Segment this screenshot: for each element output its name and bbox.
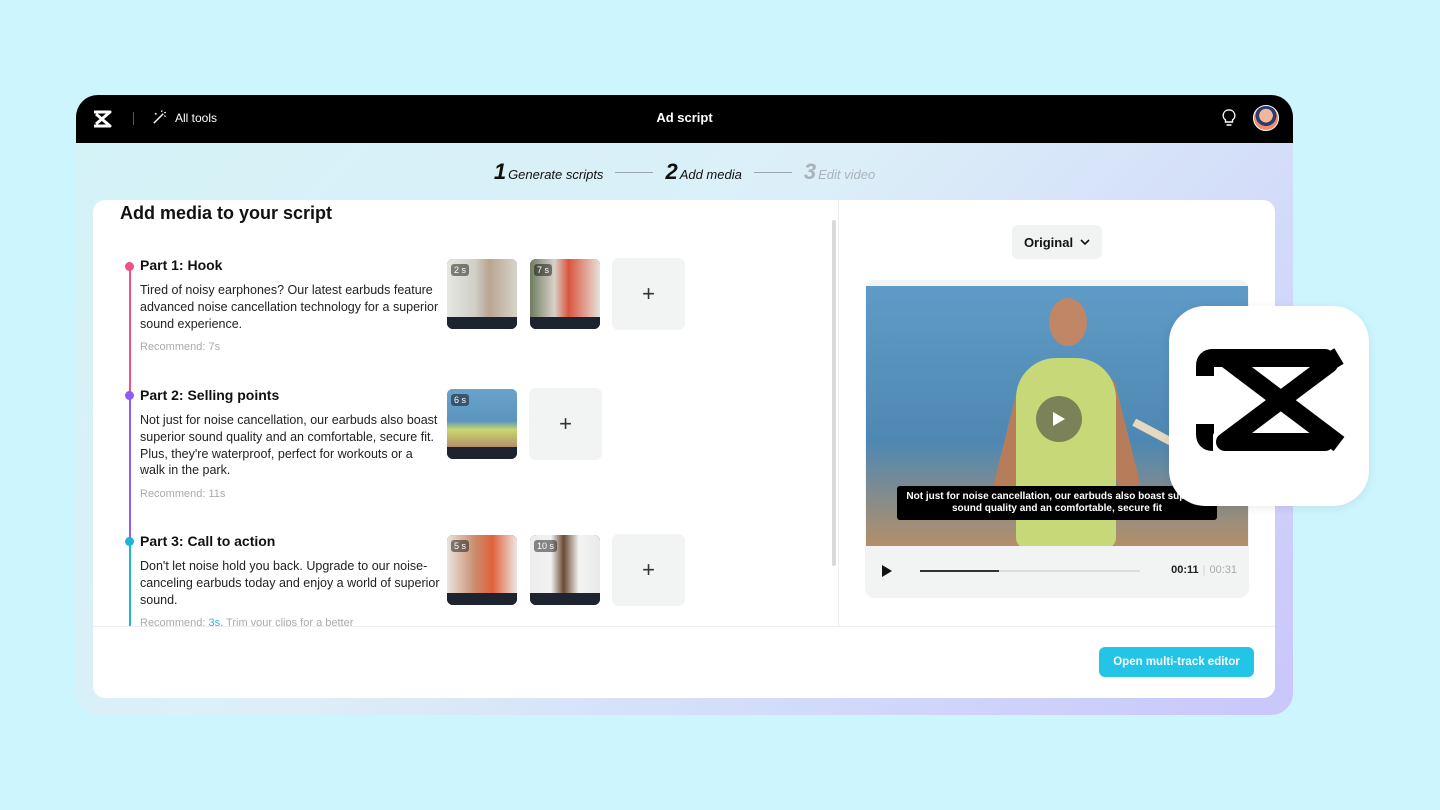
clip-bar — [530, 317, 600, 329]
time-display: 00:11 | 00:31 — [1171, 564, 1237, 576]
clip-bar — [447, 593, 517, 605]
part-title: Part 3: Call to action — [140, 533, 276, 549]
part-recommend: Recommend: 7s — [140, 341, 221, 354]
media-clip[interactable]: 5 s — [447, 535, 517, 605]
media-clip[interactable]: 10 s — [530, 535, 600, 605]
step-indicator: 1 Generate scripts 2 Add media 3 Edit vi… — [76, 159, 1293, 185]
play-icon — [1053, 412, 1065, 426]
capcut-logo-badge — [1169, 306, 1369, 506]
chevron-down-icon — [1080, 239, 1090, 245]
part-title: Part 2: Selling points — [140, 387, 280, 403]
section-heading: Add media to your script — [120, 203, 333, 223]
scrollbar[interactable] — [832, 220, 836, 566]
timeline-dot — [125, 537, 134, 546]
timeline-segment — [129, 542, 131, 626]
clip-duration: 6 s — [451, 394, 470, 406]
play-overlay-button[interactable] — [1036, 396, 1082, 442]
recommend-highlight: 3s — [208, 617, 221, 626]
clip-bar — [447, 317, 517, 329]
part-recommend: Recommend: 3s. Trim your clips for a bet… — [140, 617, 440, 626]
step-number: 2 — [665, 159, 678, 184]
recommend-suffix: . Trim your clips for a better — [220, 617, 354, 626]
divider — [93, 626, 1275, 627]
divider — [838, 200, 839, 626]
part-title: Part 1: Hook — [140, 257, 223, 273]
add-media-button[interactable]: + — [529, 388, 602, 460]
clip-duration: 5 s — [451, 540, 470, 552]
part-text[interactable]: Not just for noise cancellation, our ear… — [140, 412, 440, 479]
play-icon[interactable] — [881, 564, 893, 578]
current-time: 00:11 — [1171, 564, 1199, 576]
clip-duration: 10 s — [534, 540, 558, 552]
timeline-dot — [125, 391, 134, 400]
step-label: Edit video — [818, 167, 876, 182]
step-number: 3 — [803, 159, 817, 184]
script-part-hook: Part 1: Hook Tired of noisy earphones? O… — [140, 257, 440, 353]
step-edit-video: 3 Edit video — [804, 159, 875, 185]
total-time: 00:31 — [1209, 564, 1237, 576]
script-part-selling-points: Part 2: Selling points Not just for nois… — [140, 387, 440, 500]
app-window: All tools Ad script 1 Generate scripts 2… — [76, 95, 1293, 715]
add-media-button[interactable]: + — [612, 258, 685, 330]
script-part-call-to-action: Part 3: Call to action Don't let noise h… — [140, 533, 440, 626]
step-generate-scripts[interactable]: 1 Generate scripts — [494, 159, 604, 185]
capcut-logo-icon — [1196, 348, 1345, 452]
part-text[interactable]: Don't let noise hold you back. Upgrade t… — [140, 558, 440, 608]
top-bar: All tools Ad script — [76, 95, 1293, 143]
media-clip[interactable]: 2 s — [447, 259, 517, 329]
user-avatar[interactable] — [1253, 105, 1279, 131]
part-recommend: Recommend: 11s — [140, 488, 226, 501]
clip-bar — [447, 447, 517, 459]
step-add-media[interactable]: 2 Add media — [665, 159, 741, 185]
media-clip[interactable]: 7 s — [530, 259, 600, 329]
clip-bar — [530, 593, 600, 605]
progress-fill — [920, 570, 1000, 572]
aspect-ratio-label: Original — [1023, 234, 1074, 250]
step-connector — [615, 171, 654, 173]
timeline-segment — [129, 266, 131, 396]
clip-duration: 2 s — [451, 264, 470, 276]
content-panel: Add media to your script Part 1: Hook Ti… — [93, 200, 1275, 698]
lightbulb-icon[interactable] — [1221, 108, 1237, 128]
add-media-button[interactable]: + — [612, 534, 685, 606]
aspect-ratio-dropdown[interactable]: Original — [1012, 225, 1102, 259]
part-text[interactable]: Tired of noisy earphones? Our latest ear… — [140, 282, 440, 332]
player-controls: 00:11 | 00:31 — [865, 556, 1249, 586]
time-separator: | — [1202, 564, 1206, 576]
media-clip[interactable]: 6 s — [447, 389, 517, 459]
step-number: 1 — [493, 159, 507, 184]
clip-duration: 7 s — [534, 264, 553, 276]
step-label: Add media — [679, 167, 742, 182]
recommend-prefix: Recommend: — [140, 617, 209, 626]
figure-head — [1049, 298, 1087, 346]
script-list[interactable]: Add media to your script Part 1: Hook Ti… — [93, 200, 838, 626]
progress-track[interactable] — [920, 570, 1140, 572]
step-label: Generate scripts — [508, 167, 604, 182]
page-title: Ad script — [656, 110, 713, 125]
step-connector — [753, 171, 792, 173]
timeline-dot — [125, 262, 134, 271]
timeline-segment — [129, 396, 131, 542]
open-multitrack-editor-button[interactable]: Open multi-track editor — [1099, 647, 1254, 677]
